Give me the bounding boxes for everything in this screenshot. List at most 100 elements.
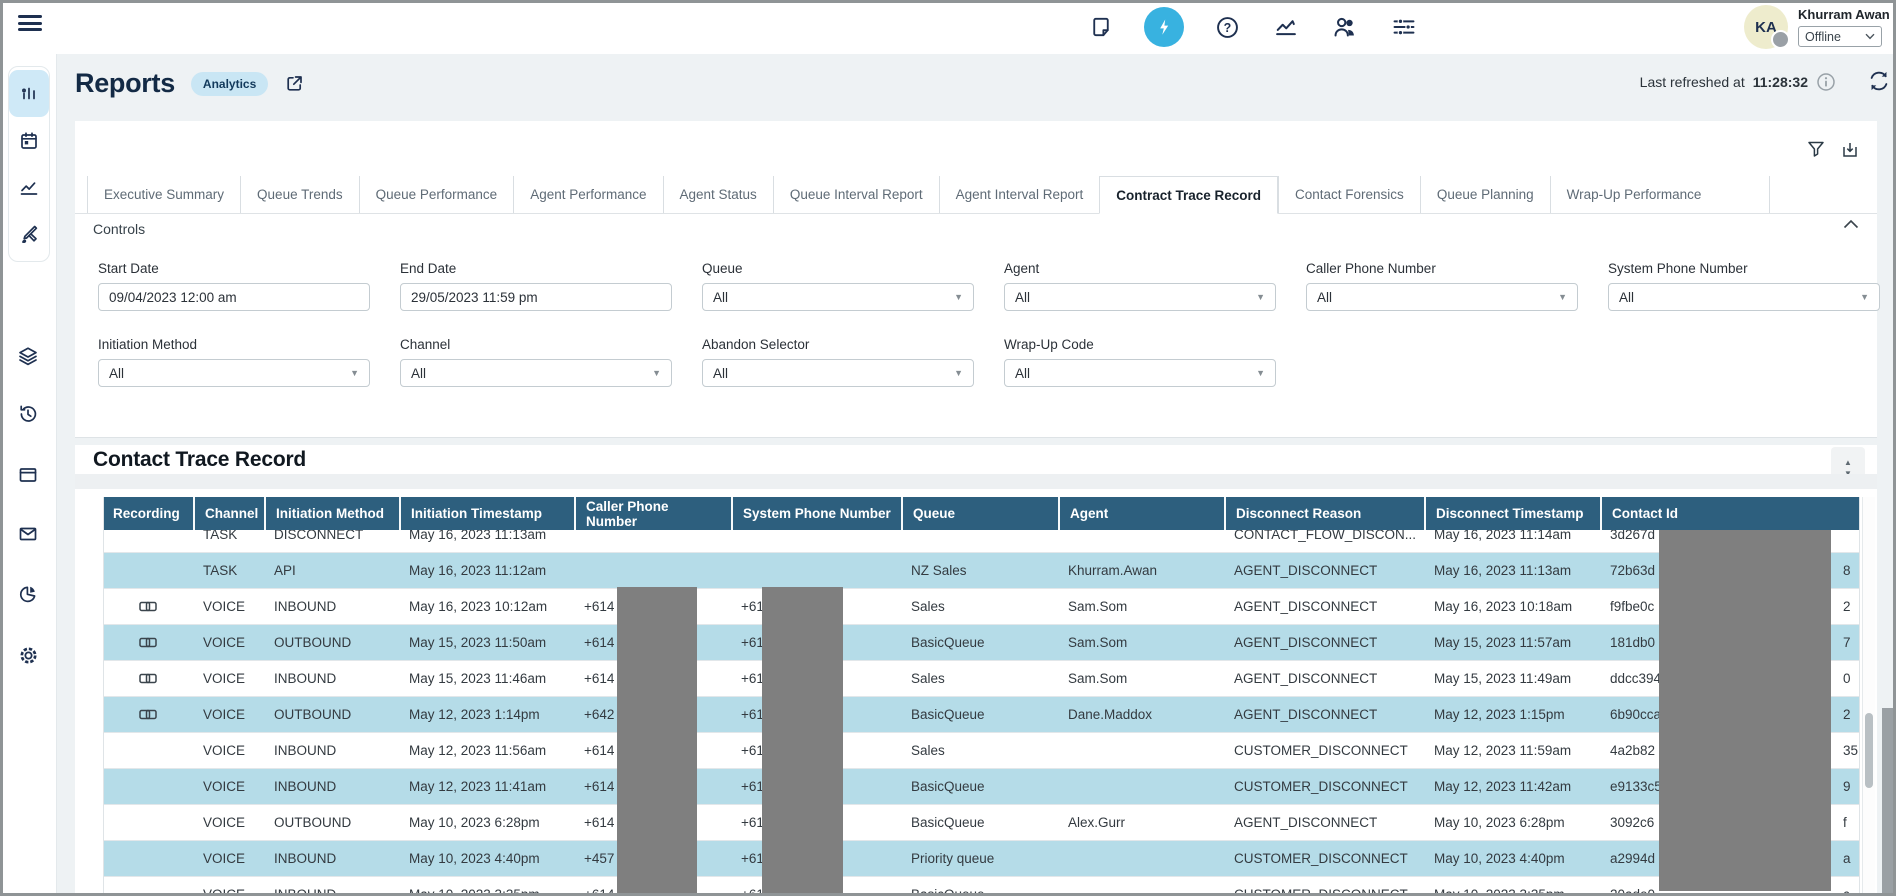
info-icon[interactable] [1816,72,1836,92]
cell-agent: Dane.Maddox [1058,697,1224,732]
wrap-up-code-select[interactable]: All▼ [1004,359,1276,387]
table-row[interactable]: VOICEINBOUNDMay 12, 2023 11:41am+614+612… [103,769,1860,805]
table-row[interactable]: VOICEINBOUNDMay 15, 2023 11:46am+614+612… [103,661,1860,697]
table-row[interactable]: VOICEINBOUNDMay 10, 2023 4:40pm+457+612P… [103,841,1860,877]
start-date-input[interactable] [98,283,370,311]
initiation-method-select[interactable]: All▼ [98,359,370,387]
column-header-system-phone-number[interactable]: System Phone Number [731,497,901,530]
tab-agent-interval-report[interactable]: Agent Interval Report [939,176,1100,213]
cell-queue: BasicQueue [901,877,1058,896]
users-icon[interactable] [1329,11,1361,43]
column-header-recording[interactable]: Recording [103,497,193,530]
column-header-contact-id[interactable]: Contact Id [1600,497,1860,530]
tab-agent-status[interactable]: Agent Status [663,176,773,213]
pie-chart-icon [17,583,39,605]
cell-disconnect_reason: CONTACT_FLOW_DISCON... [1224,530,1424,552]
download-icon[interactable] [1841,141,1859,159]
sidebar-item-bar-chart[interactable] [9,70,49,117]
queue-select[interactable]: All▼ [702,283,974,311]
cell-disconnect_reason: AGENT_DISCONNECT [1224,697,1424,732]
contact-id-prefix: e9133c5 [1610,779,1662,794]
tab-wrap-up-performance[interactable]: Wrap-Up Performance [1550,176,1718,213]
cell-channel: VOICE [193,589,264,624]
contact-id-prefix: 72b63d [1610,563,1655,578]
table-row[interactable]: VOICEOUTBOUNDMay 15, 2023 11:50am+614+61… [103,625,1860,661]
column-header-initiation-method[interactable]: Initiation Method [264,497,399,530]
table-scrollbar[interactable] [1862,497,1875,896]
avatar[interactable]: KA [1744,5,1788,49]
status-select[interactable]: Offline [1798,26,1882,47]
cell-agent [1058,877,1224,896]
cell-disconnect_reason: CUSTOMER_DISCONNECT [1224,841,1424,876]
table-row[interactable]: VOICEINBOUNDMay 12, 2023 11:56am+614+612… [103,733,1860,769]
tab-agent-performance[interactable]: Agent Performance [513,176,662,213]
layers-icon [17,345,39,367]
column-header-initiation-timestamp[interactable]: Initiation Timestamp [399,497,574,530]
cell-initiation_method: INBOUND [264,841,399,876]
tab-queue-planning[interactable]: Queue Planning [1420,176,1550,213]
cell-initiation_timestamp: May 16, 2023 11:12am [399,553,574,588]
cell-initiation_method: DISCONNECT [264,530,399,552]
table-row[interactable]: VOICEOUTBOUNDMay 12, 2023 1:14pm+642+612… [103,697,1860,733]
page-scrollbar-thumb[interactable] [1882,708,1893,893]
design-icon [18,224,40,246]
end-date-input[interactable] [400,283,672,311]
recording-icon[interactable] [139,708,157,721]
column-header-caller-phone-number[interactable]: Caller Phone Number [574,497,731,530]
sidebar-item-settings[interactable] [8,633,48,677]
analytics-badge: Analytics [191,72,268,96]
table-row[interactable]: VOICEINBOUNDMay 10, 2023 3:35pm+614+612B… [103,877,1860,896]
recording-icon[interactable] [139,600,157,613]
caller-phone-number-select[interactable]: All▼ [1306,283,1578,311]
sliders-icon[interactable] [1388,11,1420,43]
system-phone-number-select[interactable]: All▼ [1608,283,1880,311]
tab-queue-performance[interactable]: Queue Performance [359,176,514,213]
table-row[interactable]: TASKAPIMay 16, 2023 11:12amNZ SalesKhurr… [103,553,1860,589]
tab-queue-trends[interactable]: Queue Trends [240,176,359,213]
sidebar-item-calendar[interactable] [9,117,49,164]
tab-queue-interval-report[interactable]: Queue Interval Report [773,176,939,213]
recording-icon[interactable] [139,672,157,685]
dropdown-arrow-icon: ▼ [1256,368,1265,378]
column-header-queue[interactable]: Queue [901,497,1058,530]
refresh-icon[interactable] [1866,68,1892,94]
sidebar-item-pie-chart[interactable] [8,572,48,616]
help-icon[interactable]: ? [1211,11,1243,43]
sidebar-item-layers[interactable] [8,334,48,378]
table-row[interactable]: VOICEINBOUNDMay 16, 2023 10:12am+614+612… [103,589,1860,625]
field-label: Wrap-Up Code [1004,337,1276,352]
column-header-disconnect-timestamp[interactable]: Disconnect Timestamp [1424,497,1600,530]
cell-agent [1058,530,1224,552]
channel-select[interactable]: All▼ [400,359,672,387]
recording-icon[interactable] [139,636,157,649]
filter-field: Start Date [98,261,370,311]
sidebar-item-line-chart[interactable] [9,164,49,211]
external-link-icon[interactable] [284,73,305,94]
collapse-controls-icon[interactable] [1843,219,1859,229]
contact-id-suffix: 7 [1843,625,1851,660]
sidebar-item-window[interactable] [8,453,48,497]
filter-icon[interactable] [1807,141,1825,159]
metrics-icon[interactable] [1270,11,1302,43]
sidebar-item-design[interactable] [9,211,49,258]
contact-id-suffix: f [1843,805,1847,840]
column-header-agent[interactable]: Agent [1058,497,1224,530]
notes-icon[interactable] [1085,11,1117,43]
abandon-selector-select[interactable]: All▼ [702,359,974,387]
table-row[interactable]: TASKDISCONNECTMay 16, 2023 11:13amCONTAC… [103,530,1860,553]
sidebar-item-mail[interactable] [8,512,48,556]
table-scrollbar-thumb[interactable] [1865,713,1873,788]
column-header-disconnect-reason[interactable]: Disconnect Reason [1224,497,1424,530]
filter-fields: Start DateEnd DateQueueAll▼AgentAll▼Call… [98,261,1880,387]
tab-executive-summary[interactable]: Executive Summary [87,176,240,213]
hamburger-menu-icon[interactable] [18,15,42,33]
table-row[interactable]: VOICEOUTBOUNDMay 10, 2023 6:28pm+614+612… [103,805,1860,841]
column-header-channel[interactable]: Channel [193,497,264,530]
agent-select[interactable]: All▼ [1004,283,1276,311]
sidebar-item-history[interactable] [8,392,48,436]
contact-trace-table: RecordingChannelInitiation MethodInitiat… [103,497,1860,896]
tab-contract-trace-record[interactable]: Contract Trace Record [1099,176,1278,214]
cell-disconnect_reason: CUSTOMER_DISCONNECT [1224,733,1424,768]
tab-contact-forensics[interactable]: Contact Forensics [1278,176,1420,213]
quick-actions-icon[interactable] [1144,7,1184,47]
